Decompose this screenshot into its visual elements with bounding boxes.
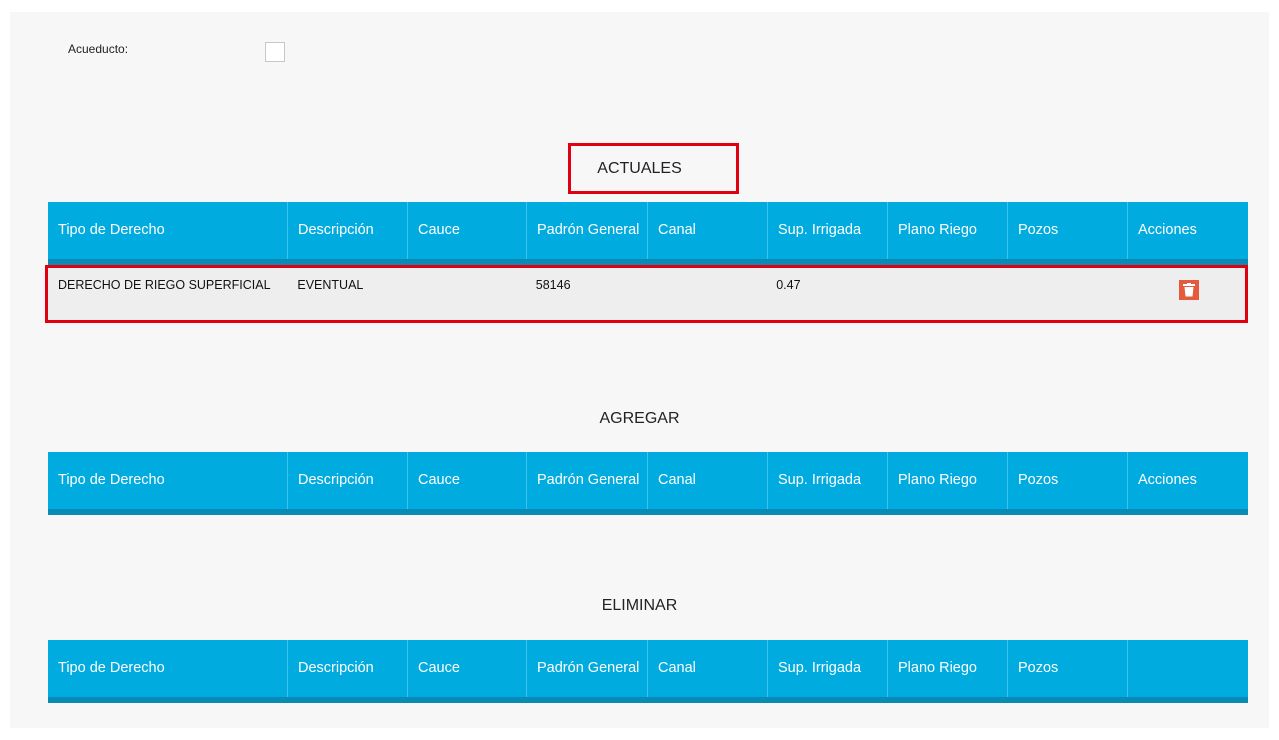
col-canal: Canal <box>648 640 768 697</box>
eliminar-table: Tipo de Derecho Descripción Cauce Padrón… <box>48 640 1248 703</box>
col-plano-riego: Plano Riego <box>888 640 1008 697</box>
acueducto-checkbox[interactable] <box>265 42 285 62</box>
col-pozos: Pozos <box>1008 202 1128 259</box>
cell-plano-riego <box>886 268 1006 320</box>
cell-canal <box>646 268 766 320</box>
agregar-table: Tipo de Derecho Descripción Cauce Padrón… <box>48 452 1248 515</box>
agregar-title: AGREGAR <box>599 410 680 427</box>
col-pozos: Pozos <box>1008 640 1128 697</box>
cell-pozos <box>1006 268 1126 320</box>
col-plano-riego: Plano Riego <box>888 452 1008 509</box>
col-tipo-derecho: Tipo de Derecho <box>48 452 288 509</box>
cell-acciones <box>1125 268 1245 320</box>
col-canal: Canal <box>648 452 768 509</box>
col-descripcion: Descripción <box>288 202 408 259</box>
col-canal: Canal <box>648 202 768 259</box>
trash-icon <box>1183 283 1196 297</box>
eliminar-title: ELIMINAR <box>601 597 678 614</box>
cell-cauce <box>407 268 526 320</box>
col-pozos: Pozos <box>1008 452 1128 509</box>
delete-button[interactable] <box>1179 280 1200 300</box>
cell-sup-irrigada: 0.47 <box>776 278 801 292</box>
form-panel <box>10 12 1269 728</box>
acueducto-label: Acueducto: <box>68 42 129 56</box>
col-padron-general: Padrón General <box>527 202 648 259</box>
table-header: Tipo de Derecho Descripción Cauce Padrón… <box>48 640 1248 703</box>
col-padron-general: Padrón General <box>527 640 648 697</box>
col-empty <box>1128 640 1248 697</box>
col-cauce: Cauce <box>408 202 527 259</box>
table-row: DERECHO DE RIEGO SUPERFICIAL EVENTUAL 58… <box>45 265 1248 323</box>
table-header: Tipo de Derecho Descripción Cauce Padrón… <box>48 452 1248 515</box>
col-tipo-derecho: Tipo de Derecho <box>48 640 288 697</box>
col-plano-riego: Plano Riego <box>888 202 1008 259</box>
col-acciones: Acciones <box>1138 222 1197 239</box>
col-cauce: Cauce <box>408 640 527 697</box>
cell-descripcion: EVENTUAL <box>297 278 364 292</box>
col-cauce: Cauce <box>408 452 527 509</box>
actuales-table: Tipo de Derecho Descripción Cauce Padrón… <box>45 202 1248 323</box>
actuales-title-highlight <box>568 143 739 194</box>
col-sup-irrigada: Sup. Irrigada <box>768 202 888 259</box>
col-acciones: Acciones <box>1138 472 1197 489</box>
col-descripcion: Descripción <box>288 640 408 697</box>
col-sup-irrigada: Sup. Irrigada <box>768 452 888 509</box>
cell-tipo-derecho: DERECHO DE RIEGO SUPERFICIAL <box>58 278 271 292</box>
table-header: Tipo de Derecho Descripción Cauce Padrón… <box>48 202 1248 265</box>
col-descripcion: Descripción <box>288 452 408 509</box>
col-tipo-derecho: Tipo de Derecho <box>48 202 288 259</box>
col-sup-irrigada: Sup. Irrigada <box>768 640 888 697</box>
col-padron-general: Padrón General <box>527 452 648 509</box>
cell-padron: 58146 <box>535 278 571 292</box>
